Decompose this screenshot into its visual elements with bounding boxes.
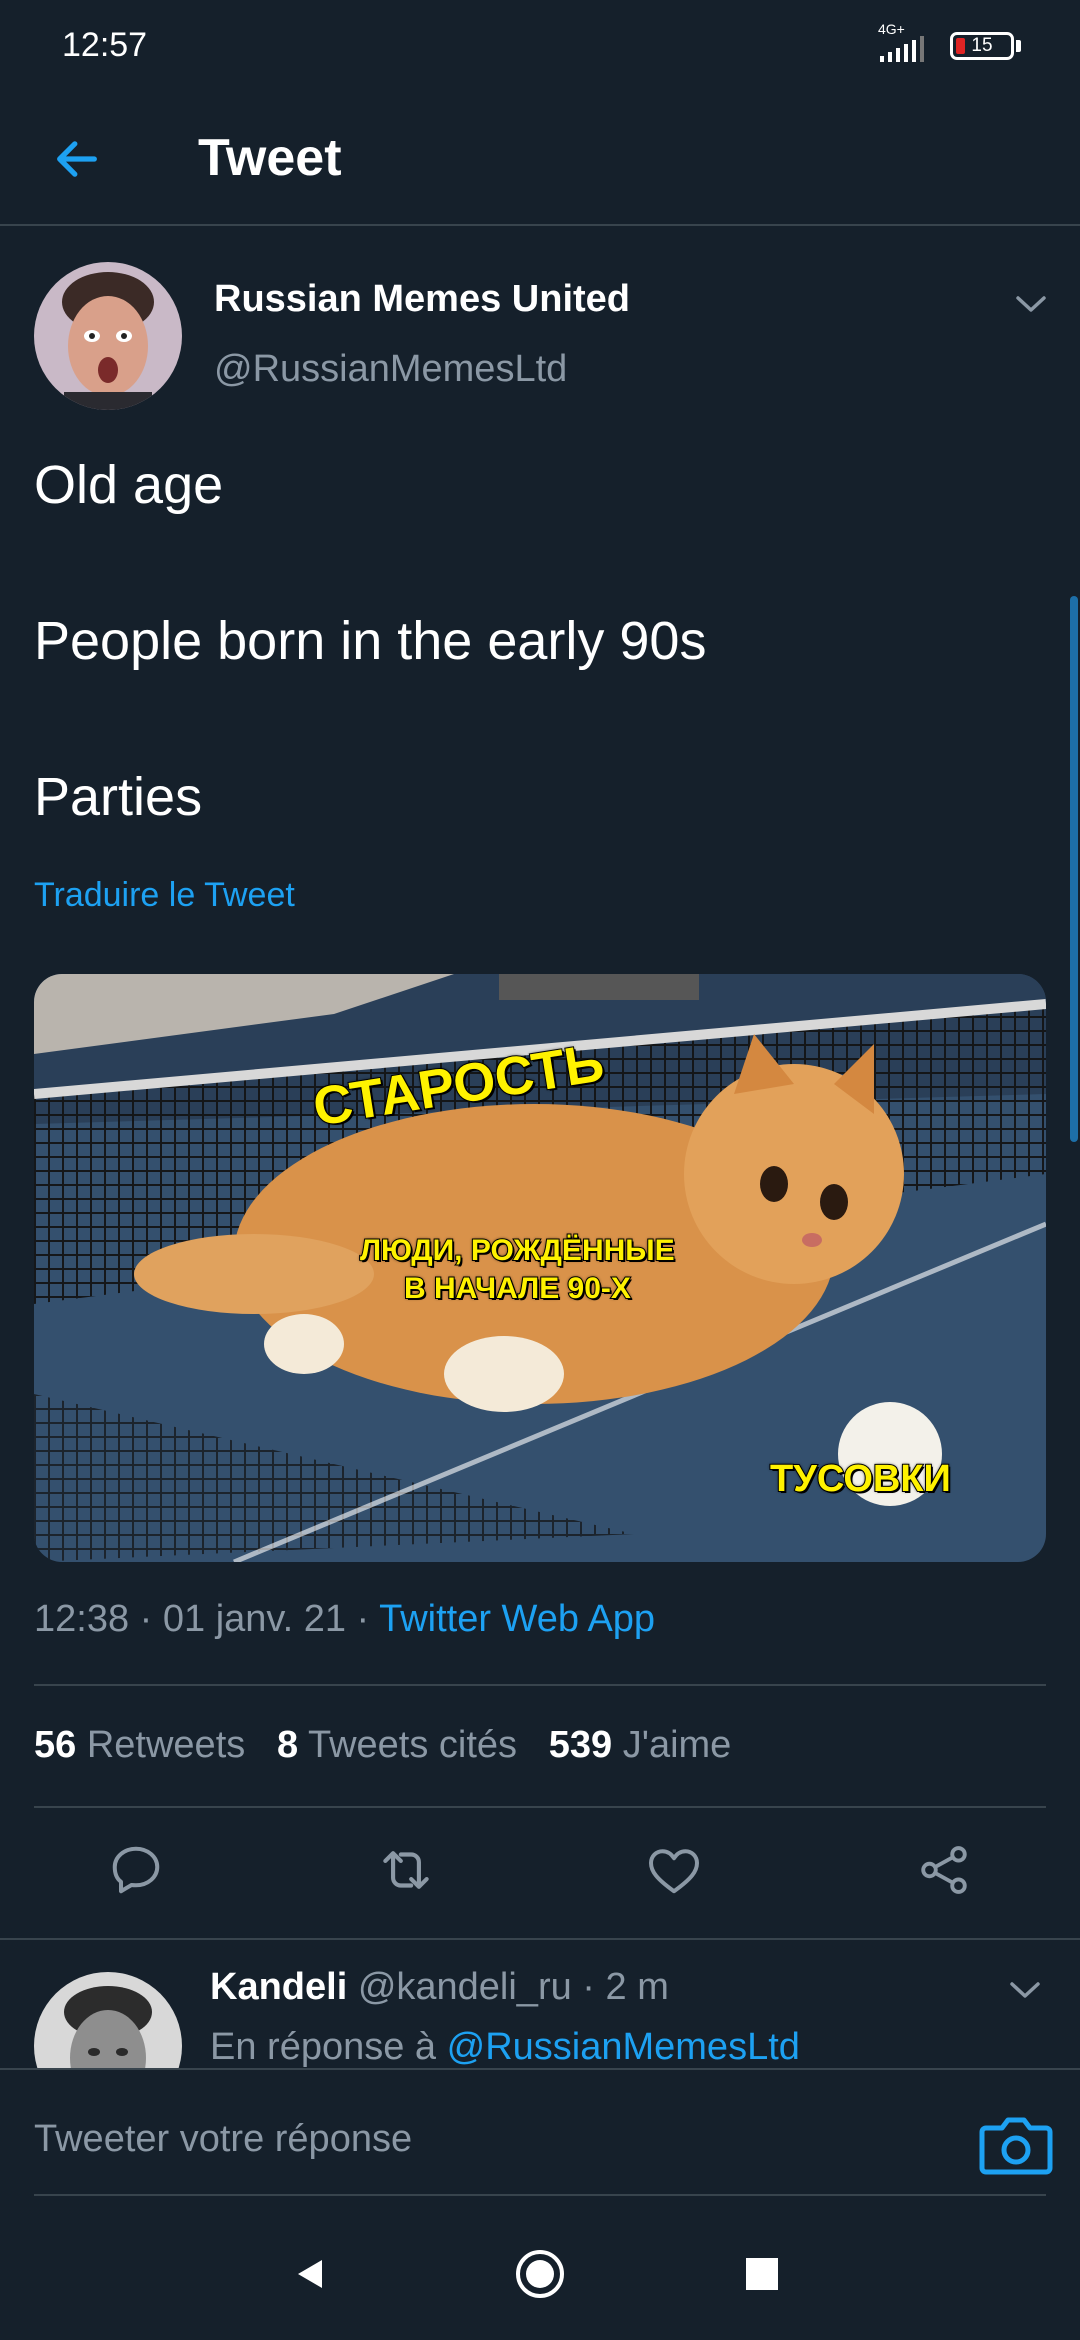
author-handle[interactable]: @RussianMemesLtd <box>214 348 567 391</box>
meme-caption-bottom: ТУСОВКИ <box>769 1457 952 1501</box>
tweet-text-line-3: Parties <box>34 767 203 827</box>
tweet-metadata: 12:38 · 01 janv. 21 · Twitter Web App <box>34 1598 655 1641</box>
composer-underline <box>34 2194 1046 2196</box>
reply-button[interactable] <box>96 1830 176 1910</box>
reply-context-prefix: En réponse à <box>210 2026 437 2068</box>
translate-tweet-link[interactable]: Traduire le Tweet <box>34 876 295 915</box>
divider <box>34 1806 1046 1808</box>
tweet-source-link[interactable]: Twitter Web App <box>379 1598 655 1640</box>
divider <box>34 1684 1046 1686</box>
quotes-count: 8 <box>276 1724 299 1766</box>
battery-nub <box>1016 40 1021 52</box>
like-icon <box>649 1849 699 1894</box>
nav-home-button[interactable] <box>500 2234 580 2314</box>
nav-recents-button[interactable] <box>722 2234 802 2314</box>
chevron-down-icon <box>1016 296 1046 312</box>
network-type: 4G+ <box>878 21 905 37</box>
share-button[interactable] <box>904 1830 984 1910</box>
reply-icon <box>112 1846 160 1894</box>
tweet-date: 01 janv. 21 <box>162 1598 346 1640</box>
reply-separator: · <box>571 1966 606 2008</box>
retweets-count: 56 <box>34 1724 77 1766</box>
nav-home-icon <box>516 2250 564 2298</box>
reply-time: 2 m <box>605 1966 669 2008</box>
page-title: Tweet <box>198 129 342 187</box>
reply-author-name[interactable]: Kandeli <box>210 1966 347 2008</box>
author-name[interactable]: Russian Memes United <box>214 278 630 321</box>
tweet-text-line-1: Old age <box>34 455 224 515</box>
meta-separator: · <box>345 1598 380 1640</box>
retweet-button[interactable] <box>366 1830 446 1910</box>
reply-composer: Tweeter votre réponse <box>0 2068 1080 2340</box>
tweet-time: 12:38 <box>34 1598 130 1640</box>
scrollbar[interactable] <box>1070 596 1078 1142</box>
tweet-stats: 56 Retweets 8 Tweets cités 539 J'aime <box>34 1724 731 1767</box>
quotes-label: Tweets cités <box>307 1724 518 1766</box>
camera-icon <box>979 2117 1053 2175</box>
status-bar: 12:57 4G+ 15 <box>0 0 1080 92</box>
divider <box>0 1938 1080 1940</box>
battery-indicator: 15 <box>950 32 1014 60</box>
nav-back-button[interactable] <box>270 2234 350 2314</box>
reply-context: En réponse à @RussianMemesLtd <box>210 2026 800 2069</box>
signal-icon <box>880 36 924 62</box>
reply-input[interactable]: Tweeter votre réponse <box>34 2118 934 2168</box>
reply-options-button[interactable] <box>1004 1972 1046 2008</box>
tweet-media-image[interactable]: СТАРОСТЬ ЛЮДИ, РОЖДЁННЫЕ В НАЧАЛЕ 90-Х Т… <box>34 974 1046 1562</box>
meme-caption-middle-1: ЛЮДИ, РОЖДЁННЫЕ <box>359 1233 676 1268</box>
nav-recents-icon <box>746 2258 778 2290</box>
tweet-options-button[interactable] <box>1010 286 1052 322</box>
quotes-stat[interactable]: 8 Tweets cités <box>277 1724 517 1766</box>
back-button[interactable] <box>40 122 114 196</box>
chevron-down-icon <box>1010 1982 1040 1998</box>
reply-context-handle[interactable]: @RussianMemesLtd <box>447 2026 800 2068</box>
likes-label: J'aime <box>622 1724 732 1766</box>
composer-top-border <box>0 2068 1080 2070</box>
tweet-text-line-2: People born in the early 90s <box>34 611 707 671</box>
likes-stat[interactable]: 539 J'aime <box>549 1724 732 1766</box>
retweet-icon <box>383 1851 429 1889</box>
likes-count: 539 <box>548 1724 613 1766</box>
back-arrow-icon <box>57 141 97 177</box>
retweets-stat[interactable]: 56 Retweets <box>34 1724 245 1766</box>
author-avatar[interactable] <box>34 262 182 410</box>
reply-header: Kandeli @kandeli_ru · 2 m <box>210 1966 669 2009</box>
battery-percent: 15 <box>971 35 993 56</box>
status-time: 12:57 <box>62 26 148 64</box>
like-button[interactable] <box>634 1830 714 1910</box>
meta-separator: · <box>129 1598 163 1640</box>
camera-button[interactable] <box>976 2108 1056 2182</box>
meme-caption-middle-2: В НАЧАЛЕ 90-Х <box>403 1271 632 1306</box>
app-header: Tweet <box>0 92 1080 226</box>
nav-back-icon <box>298 2260 322 2288</box>
reply-author-handle[interactable]: @kandeli_ru <box>358 1966 572 2008</box>
retweets-label: Retweets <box>86 1724 246 1766</box>
share-icon <box>921 1846 967 1894</box>
